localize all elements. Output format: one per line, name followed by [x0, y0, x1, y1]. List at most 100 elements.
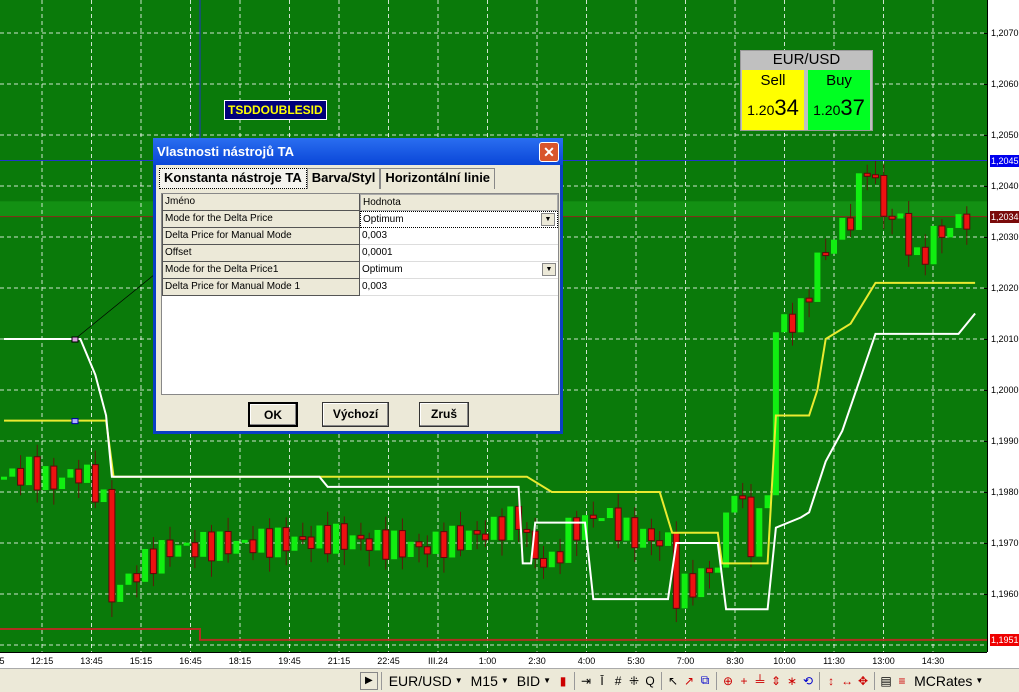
- zoom-h-in-icon[interactable]: +: [736, 674, 752, 688]
- dialog-title-bar[interactable]: Vlastnosti nástrojů TA ✕: [153, 138, 563, 165]
- price-chart[interactable]: TSDDOUBLESID EUR/USD Sell 1.2034 Buy 1.2…: [0, 0, 987, 652]
- candle-down: [324, 524, 332, 555]
- quote-box: EUR/USD Sell 1.2034 Buy 1.2037: [740, 50, 873, 131]
- tab-horizontal-lines[interactable]: Horizontální linie: [380, 168, 496, 189]
- price-axis[interactable]: 1,2070 1,2060 1,2050 1,2040 1,2030 1,2020 1,20…: [984, 0, 1019, 652]
- zoom-v-in-icon[interactable]: ⇕: [768, 674, 784, 688]
- candle-down: [440, 531, 448, 558]
- shift-icon[interactable]: ⇥: [578, 674, 594, 688]
- scroll-right-icon[interactable]: ▶: [360, 671, 378, 690]
- default-button[interactable]: Výchozí: [322, 402, 389, 427]
- time-axis[interactable]: 5 12:15 13:45 15:15 16:45 18:15 19:45 21:15 22:4…: [0, 652, 987, 668]
- param-input[interactable]: 0,003: [360, 279, 558, 296]
- template-icon[interactable]: ▤: [878, 674, 894, 688]
- sell-button[interactable]: Sell 1.2034: [742, 70, 804, 130]
- candle-up: [158, 540, 165, 574]
- line-handle: [71, 418, 79, 425]
- chevron-down-icon[interactable]: ▼: [541, 213, 555, 226]
- quote-icon[interactable]: Q: [642, 674, 658, 688]
- price-label: 1,2060: [991, 79, 1019, 89]
- link-icon[interactable]: ⧉: [697, 673, 713, 688]
- candle-down: [382, 529, 390, 560]
- close-icon[interactable]: ✕: [539, 142, 559, 162]
- param-input[interactable]: 0,0001: [360, 245, 558, 262]
- tab-color-style[interactable]: Barva/Styl: [306, 168, 381, 189]
- sell-price-prefix: 1.20: [747, 102, 775, 118]
- column-header-name: Jméno: [162, 194, 360, 211]
- dialog-title: Vlastnosti nástrojů TA: [157, 144, 294, 159]
- candle-down: [789, 313, 796, 333]
- symbol-select[interactable]: EUR/USD ▼: [385, 673, 467, 689]
- candle-down: [631, 517, 639, 549]
- datasource-select[interactable]: MCRates ▼: [910, 673, 987, 689]
- candle-up: [175, 545, 182, 557]
- quote-symbol: EUR/USD: [772, 51, 841, 68]
- tab-constants[interactable]: Konstanta nástroje TA: [159, 168, 307, 189]
- candle-down: [905, 212, 913, 256]
- indicator-icon[interactable]: ≡: [894, 674, 910, 688]
- candle-down: [357, 534, 365, 540]
- scroll-h-icon[interactable]: ↔: [839, 674, 855, 688]
- scroll-all-icon[interactable]: ✥: [855, 674, 871, 688]
- candle-down: [50, 465, 58, 490]
- candle-up: [731, 495, 738, 513]
- candle-down: [556, 551, 564, 564]
- symbol-value: EUR/USD: [388, 672, 452, 689]
- time-label: III.24: [427, 656, 449, 666]
- candle-down: [108, 488, 116, 603]
- candle-up: [756, 508, 763, 557]
- ok-button[interactable]: OK: [248, 402, 298, 427]
- cancel-button[interactable]: Zruš: [419, 402, 469, 427]
- trendline-icon[interactable]: ↗: [681, 674, 697, 688]
- zoom-h-out-icon[interactable]: ╧: [752, 674, 768, 688]
- candle-up: [42, 466, 49, 491]
- grid-icon[interactable]: #: [610, 674, 626, 688]
- price-label: 1,2050: [991, 130, 1019, 140]
- time-label: 4:00: [577, 656, 596, 666]
- candle-down: [589, 514, 597, 519]
- reset-zoom-icon[interactable]: ⟲: [800, 674, 816, 688]
- price-label: 1,1990: [991, 436, 1019, 446]
- candle-up: [9, 468, 16, 477]
- candle-up: [100, 489, 107, 503]
- timeframe-select[interactable]: M15 ▼: [467, 673, 513, 689]
- horizontal-scrollbar[interactable]: [0, 669, 360, 692]
- scroll-v-icon[interactable]: ↕: [823, 674, 839, 688]
- param-select[interactable]: Optimum ▼: [360, 262, 558, 279]
- price-type-select[interactable]: BID ▼: [513, 673, 555, 689]
- candle-down: [282, 527, 290, 552]
- crosshair-icon[interactable]: ⁜: [626, 674, 642, 688]
- indicator-label[interactable]: TSDDOUBLESID: [224, 100, 327, 120]
- candle-up: [349, 535, 356, 550]
- chevron-down-icon[interactable]: ▼: [542, 263, 556, 276]
- zoom-v-out-icon[interactable]: ∗: [784, 674, 800, 688]
- time-label: 8:30: [726, 656, 744, 666]
- candle-down: [573, 517, 581, 541]
- zoom-icon[interactable]: ⊕: [720, 674, 736, 688]
- time-label: 16:45: [179, 656, 202, 666]
- candle-up: [333, 523, 339, 554]
- candle-down: [398, 530, 406, 558]
- cursor-icon[interactable]: ↖: [665, 674, 681, 688]
- autoscale-icon[interactable]: Ī: [594, 674, 610, 688]
- param-select[interactable]: Optimum ▼: [360, 211, 558, 228]
- candle-up: [258, 528, 265, 553]
- price-type-value: BID: [516, 672, 541, 689]
- candle-down: [872, 174, 879, 179]
- price-label: 1,2010: [991, 334, 1019, 344]
- candle-down: [963, 213, 971, 230]
- candle-up: [548, 551, 555, 568]
- price-label: 1,2070: [991, 28, 1019, 38]
- buy-pips: 37: [840, 95, 865, 120]
- time-label: 2:30: [528, 656, 546, 666]
- candle-up: [316, 525, 323, 549]
- time-label: 19:45: [278, 656, 301, 666]
- buy-button[interactable]: Buy 1.2037: [808, 70, 870, 130]
- candle-down: [847, 217, 855, 231]
- price-tick: [984, 594, 988, 595]
- candle-up: [772, 332, 779, 496]
- param-input[interactable]: 0,003: [360, 228, 558, 245]
- low-line: [0, 628, 987, 641]
- candle-type-icon[interactable]: ▮: [555, 674, 571, 688]
- time-label: 10:00: [773, 656, 796, 666]
